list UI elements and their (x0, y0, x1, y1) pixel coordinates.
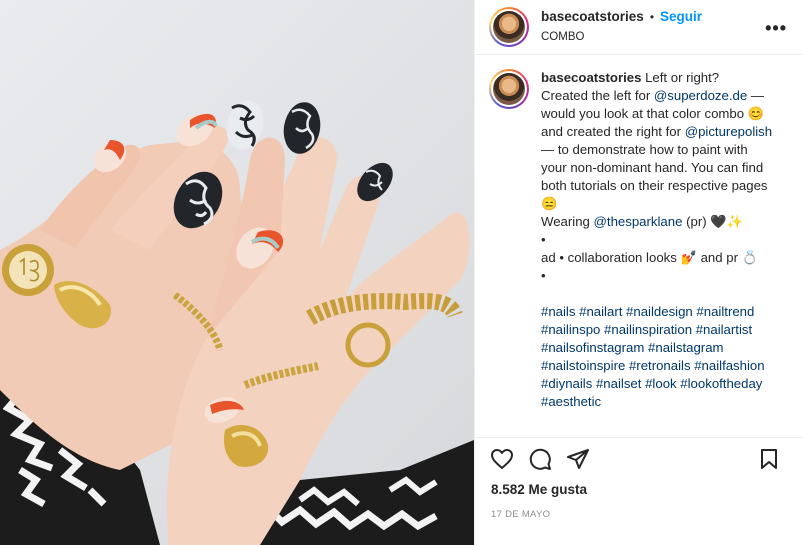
hands-nail-art-image (0, 100, 474, 545)
hashtags: #nails #nailart #naildesign #nailtrend #… (541, 303, 789, 411)
heart-icon[interactable] (489, 446, 515, 472)
comment-icon[interactable] (527, 446, 553, 472)
caption-line: your non-dominant hand. You can find (541, 160, 764, 175)
paper-plane-icon[interactable] (565, 446, 591, 472)
mention-link[interactable]: @picturepolish (685, 124, 772, 139)
separator-dot: • (649, 10, 655, 24)
caption-line: — (747, 88, 765, 103)
caption-username[interactable]: basecoatstories (541, 70, 641, 85)
bookmark-icon[interactable] (756, 446, 782, 472)
instagram-post: basecoatstories • Seguir COMBO ••• basec… (0, 0, 803, 545)
action-bar (475, 437, 803, 473)
mention-link[interactable]: @superdoze.de (654, 88, 747, 103)
post-sidebar: basecoatstories • Seguir COMBO ••• basec… (474, 0, 803, 545)
post-photo[interactable] (0, 0, 474, 545)
caption-line: would you look at that color combo 😊 (541, 106, 765, 121)
caption-text: basecoatstories Left or right? Created t… (541, 69, 789, 428)
hashtag-line[interactable]: #nailstoinspire #retronails #nailfashion (541, 357, 789, 375)
post-header: basecoatstories • Seguir COMBO ••• (475, 0, 803, 55)
caption-line: 😑 (541, 196, 558, 211)
likes-count[interactable]: 8.582 Me gusta (491, 482, 587, 497)
hashtag-line[interactable]: #diynails #nailset #look #lookoftheday (541, 375, 789, 393)
caption-avatar[interactable] (489, 69, 529, 109)
post-date[interactable]: 17 DE MAYO (491, 509, 550, 520)
hashtag-line[interactable]: #nails #nailart #naildesign #nailtrend (541, 303, 789, 321)
caption-line: both tutorials on their respective pages (541, 178, 768, 193)
caption-line: and created the right for (541, 124, 685, 139)
caption-line: Wearing (541, 214, 594, 229)
hashtag-line[interactable]: #aesthetic (541, 393, 789, 411)
follow-button[interactable]: Seguir (660, 8, 702, 26)
mention-link[interactable]: @thesparklane (594, 214, 683, 229)
caption-line: — to demonstrate how to paint with (541, 142, 748, 157)
caption-line: Created the left for (541, 88, 654, 103)
caption-line: (pr) 🖤✨ (682, 214, 744, 229)
caption-section: basecoatstories Left or right? Created t… (475, 55, 803, 428)
author-username[interactable]: basecoatstories (541, 8, 644, 26)
caption-line: ad • collaboration looks 💅 and pr 💍 (541, 250, 759, 265)
hashtag-line[interactable]: #nailsofinstagram #nailstagram (541, 339, 789, 357)
location-label[interactable]: COMBO (541, 28, 702, 46)
hashtag-line[interactable]: #nailinspo #nailinspiration #nailartist (541, 321, 789, 339)
author-avatar[interactable] (489, 7, 529, 47)
more-options-icon[interactable]: ••• (765, 18, 787, 39)
caption-line: • (541, 232, 546, 247)
caption-line: • (541, 268, 546, 283)
caption-line: Left or right? (641, 70, 720, 85)
